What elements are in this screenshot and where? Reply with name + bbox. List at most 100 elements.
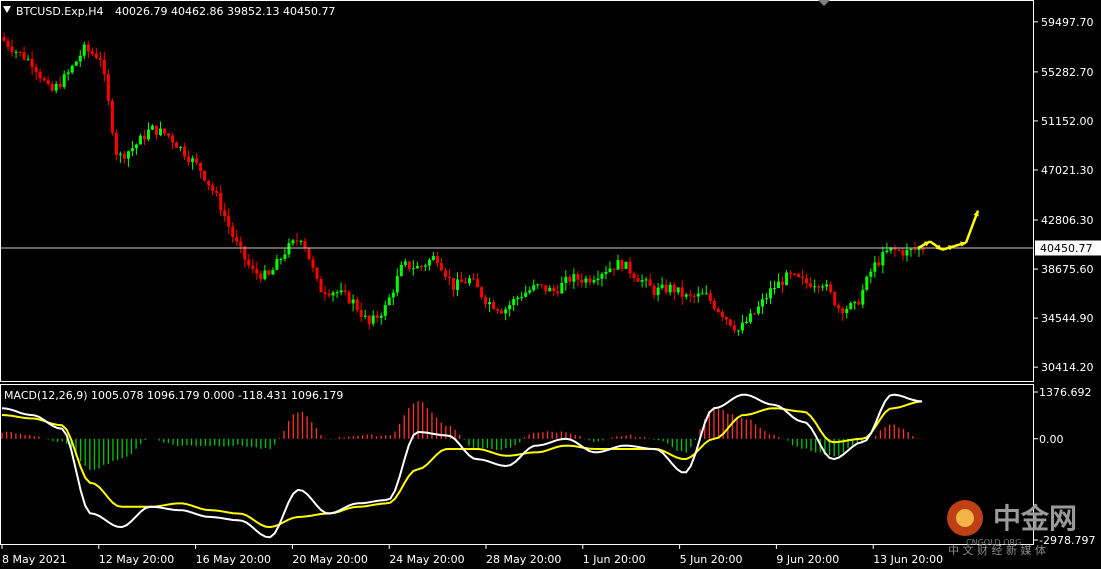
candle-body <box>291 240 295 244</box>
candle-body <box>62 74 66 88</box>
candle-body <box>720 311 724 318</box>
candle-body <box>383 304 387 316</box>
candle-body <box>508 305 512 310</box>
candle-body <box>756 306 760 314</box>
candle-body <box>243 246 247 260</box>
candle-body <box>211 185 215 191</box>
price-axis-label: 47021.30 <box>1041 164 1094 177</box>
candle-body <box>500 310 504 314</box>
candle-body <box>528 290 532 293</box>
candle-body <box>785 272 789 286</box>
candle-body <box>86 44 90 52</box>
candle-body <box>443 270 447 277</box>
candle-body <box>532 285 536 291</box>
candle-body <box>520 296 524 298</box>
candle-body <box>853 301 857 304</box>
macd-axis-label: -2978.797 <box>1039 534 1095 547</box>
candle-body <box>869 271 873 277</box>
candle-body <box>203 170 207 181</box>
candle-body <box>335 292 339 294</box>
trading-chart[interactable]: BTCUSD.Exp,H4 40026.79 40462.86 39852.13… <box>0 0 1101 569</box>
candle-body <box>728 319 732 326</box>
candle-body <box>905 249 909 256</box>
candle-body <box>54 83 58 91</box>
candle-body <box>496 309 500 311</box>
candle-body <box>138 135 142 145</box>
candle-body <box>644 279 648 281</box>
candle-body <box>512 299 516 306</box>
candle-body <box>672 284 676 293</box>
candle-body <box>10 46 14 52</box>
candle-body <box>544 285 548 292</box>
candle-body <box>841 308 845 313</box>
candle-body <box>431 256 435 260</box>
candle-body <box>146 129 150 140</box>
candle-body <box>279 258 283 260</box>
candle-body <box>744 321 748 323</box>
candle-body <box>712 301 716 309</box>
candle-body <box>684 294 688 297</box>
candle-body <box>881 252 885 266</box>
candle-body <box>155 125 159 136</box>
candle-body <box>223 210 227 217</box>
candle-body <box>199 162 203 171</box>
candle-body <box>46 80 50 84</box>
candle-body <box>777 281 781 289</box>
candle-body <box>395 276 399 293</box>
time-axis-label: 8 May 2021 <box>2 553 67 566</box>
candle-body <box>142 135 146 140</box>
candle-body <box>163 128 167 134</box>
candle-body <box>861 289 865 305</box>
candle-body <box>371 315 375 324</box>
time-axis-label: 12 May 20:00 <box>99 553 174 566</box>
candle-body <box>34 67 38 72</box>
candle-body <box>303 240 307 248</box>
candle-body <box>748 313 752 322</box>
candle-body <box>468 278 472 284</box>
candle-body <box>419 266 423 268</box>
candle-body <box>897 249 901 251</box>
price-axis-label: 55282.70 <box>1041 66 1094 79</box>
time-axis-label: 16 May 20:00 <box>196 553 271 566</box>
candle-body <box>813 286 817 288</box>
candle-body <box>50 83 54 91</box>
candle-body <box>259 273 263 280</box>
candle-body <box>885 250 889 253</box>
candle-body <box>857 301 861 305</box>
time-axis-label: 13 Jun 20:00 <box>873 553 943 566</box>
candle-body <box>359 309 363 317</box>
candle-body <box>227 216 231 227</box>
candle-body <box>560 282 564 294</box>
candle-body <box>732 325 736 331</box>
watermark-tagline: 中 文 财 经 新 媒 体 <box>948 543 1046 557</box>
candle-body <box>865 276 869 290</box>
candle-body <box>271 269 275 275</box>
candle-body <box>231 226 235 237</box>
candle-body <box>179 146 183 148</box>
candle-body <box>576 274 580 280</box>
candle-body <box>909 248 913 250</box>
candle-body <box>797 273 801 277</box>
candle-body <box>913 248 917 250</box>
candle-body <box>764 298 768 300</box>
candle-body <box>476 279 480 288</box>
candle-body <box>311 259 315 268</box>
candle-body <box>118 153 122 155</box>
price-axis-label: 38675.60 <box>1041 263 1094 276</box>
candle-body <box>612 268 616 270</box>
candle-body <box>126 151 130 159</box>
candle-body <box>696 293 700 297</box>
candle-body <box>524 292 528 297</box>
candle-body <box>38 71 42 79</box>
candle-body <box>74 61 78 66</box>
candle-body <box>845 308 849 313</box>
candle-body <box>18 51 22 53</box>
macd-axis-label: 0.00 <box>1039 433 1064 446</box>
candle-body <box>30 58 34 68</box>
candle-body <box>821 286 825 288</box>
candle-body <box>680 287 684 297</box>
candle-body <box>187 156 191 162</box>
candle-body <box>472 278 476 280</box>
macd-axis-label: 1376.692 <box>1039 386 1092 399</box>
candle-body <box>439 263 443 271</box>
